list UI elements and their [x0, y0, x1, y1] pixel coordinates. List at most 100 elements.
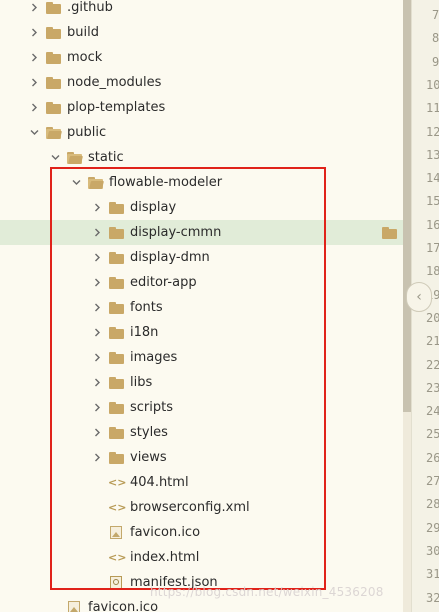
line-number: 17	[426, 241, 439, 255]
line-number: 30	[426, 543, 439, 558]
tree-item--github[interactable]: .github	[0, 0, 403, 20]
tree-item-label: flowable-modeler	[109, 175, 223, 190]
json-file-icon	[110, 576, 122, 589]
tree-item-label: favicon.ico	[88, 600, 159, 612]
tree-item-label: fonts	[130, 300, 163, 315]
tree-item-scripts[interactable]: scripts	[0, 395, 403, 420]
chevron-right-icon[interactable]	[28, 95, 40, 120]
tree-item-label: static	[88, 150, 124, 165]
chevron-right-icon[interactable]	[91, 245, 103, 270]
line-number: 14	[426, 171, 439, 186]
chevron-right-icon[interactable]	[91, 320, 103, 345]
folder-open-icon	[46, 127, 62, 139]
tree-item-plop-templates[interactable]: plop-templates	[0, 95, 403, 120]
folder-icon	[46, 27, 61, 39]
tree-item-display[interactable]: display	[0, 195, 403, 220]
tree-item-label: display-dmn	[130, 250, 210, 265]
chevron-right-icon[interactable]	[91, 345, 103, 370]
tree-item-label: public	[67, 125, 107, 140]
code-file-icon: <>	[108, 476, 127, 489]
chevron-down-icon[interactable]	[70, 170, 82, 195]
chevron-right-icon[interactable]	[91, 395, 103, 420]
line-number: 24	[426, 404, 439, 419]
line-number: 13	[426, 147, 439, 162]
tree-item-label: views	[130, 450, 167, 465]
tree-item-label: index.html	[130, 550, 200, 565]
scrollbar-thumb[interactable]	[403, 0, 411, 412]
tree-item-404-html[interactable]: <> 404.html	[0, 470, 403, 495]
line-number: 28	[426, 497, 439, 512]
folder-open-icon	[67, 152, 83, 164]
tree-item-display-cmmn[interactable]: display-cmmn	[0, 220, 403, 245]
line-number: 18	[426, 264, 439, 279]
tree-item-mock[interactable]: mock	[0, 45, 403, 70]
tree-item-label: display	[130, 200, 177, 215]
chevron-right-icon[interactable]	[91, 220, 103, 245]
folder-icon	[46, 102, 61, 114]
folder-icon	[109, 327, 124, 339]
line-number: 32	[426, 590, 439, 605]
tree-item-public[interactable]: public	[0, 120, 403, 145]
line-number: 22	[426, 357, 439, 372]
folder-icon	[46, 2, 61, 14]
tree-item-styles[interactable]: styles	[0, 420, 403, 445]
tree-item-label: browserconfig.xml	[130, 500, 250, 515]
folder-icon	[109, 452, 124, 464]
tree-item-label: libs	[130, 375, 153, 390]
folder-icon	[109, 402, 124, 414]
line-number: 27	[426, 474, 439, 488]
chevron-down-icon[interactable]	[49, 145, 61, 170]
folder-icon	[109, 302, 124, 314]
line-number: 9	[432, 54, 439, 69]
tree-item-fonts[interactable]: fonts	[0, 295, 403, 320]
collapse-panel-button[interactable]: ‹	[406, 282, 432, 312]
tree-item-node-modules[interactable]: node_modules	[0, 70, 403, 95]
chevron-right-icon[interactable]	[28, 20, 40, 45]
line-number: 15	[426, 194, 439, 209]
tree-item-display-dmn[interactable]: display-dmn	[0, 245, 403, 270]
tree-item-i18n[interactable]: i18n	[0, 320, 403, 345]
chevron-right-icon[interactable]	[28, 0, 40, 20]
folder-icon	[109, 427, 124, 439]
line-number: 11	[426, 101, 439, 116]
chevron-right-icon[interactable]	[91, 270, 103, 295]
tree-item-images[interactable]: images	[0, 345, 403, 370]
line-number: 26	[426, 450, 439, 465]
project-file-tree: .github build mock node_modules plop-templat…	[0, 0, 403, 612]
tree-item-label: display-cmmn	[130, 225, 222, 240]
line-number: 20	[426, 310, 439, 325]
tree-item-label: images	[130, 350, 178, 365]
line-number: 21	[426, 334, 439, 349]
chevron-right-icon[interactable]	[91, 445, 103, 470]
tree-item-static[interactable]: static	[0, 145, 403, 170]
folder-icon	[109, 277, 124, 289]
tree-item-libs[interactable]: libs	[0, 370, 403, 395]
tree-item-browserconfig-xml[interactable]: <> browserconfig.xml	[0, 495, 403, 520]
chevron-right-icon[interactable]	[28, 70, 40, 95]
tree-item-flowable-modeler[interactable]: flowable-modeler	[0, 170, 403, 195]
code-file-icon: <>	[108, 501, 127, 514]
tree-item-build[interactable]: build	[0, 20, 403, 45]
tree-item-views[interactable]: views	[0, 445, 403, 470]
folder-icon	[46, 52, 61, 64]
chevron-right-icon[interactable]	[91, 370, 103, 395]
line-number: 29	[426, 520, 439, 535]
tree-item-favicon-ico[interactable]: favicon.ico	[0, 520, 403, 545]
folder-icon	[382, 227, 397, 239]
tree-item-label: mock	[67, 50, 103, 65]
tree-item-label: i18n	[130, 325, 159, 340]
tree-item-label: 404.html	[130, 475, 189, 490]
line-number: 25	[426, 427, 439, 442]
chevron-right-icon[interactable]	[28, 45, 40, 70]
folder-icon	[109, 352, 124, 364]
chevron-down-icon[interactable]	[28, 120, 40, 145]
tree-item-index-html[interactable]: <> index.html	[0, 545, 403, 570]
chevron-right-icon[interactable]	[91, 420, 103, 445]
tree-item-label: node_modules	[67, 75, 162, 90]
image-file-icon	[110, 526, 122, 539]
tree-item-editor-app[interactable]: editor-app	[0, 270, 403, 295]
tree-item-label: editor-app	[130, 275, 197, 290]
line-number: 8	[432, 31, 439, 46]
chevron-right-icon[interactable]	[91, 195, 103, 220]
chevron-right-icon[interactable]	[91, 295, 103, 320]
